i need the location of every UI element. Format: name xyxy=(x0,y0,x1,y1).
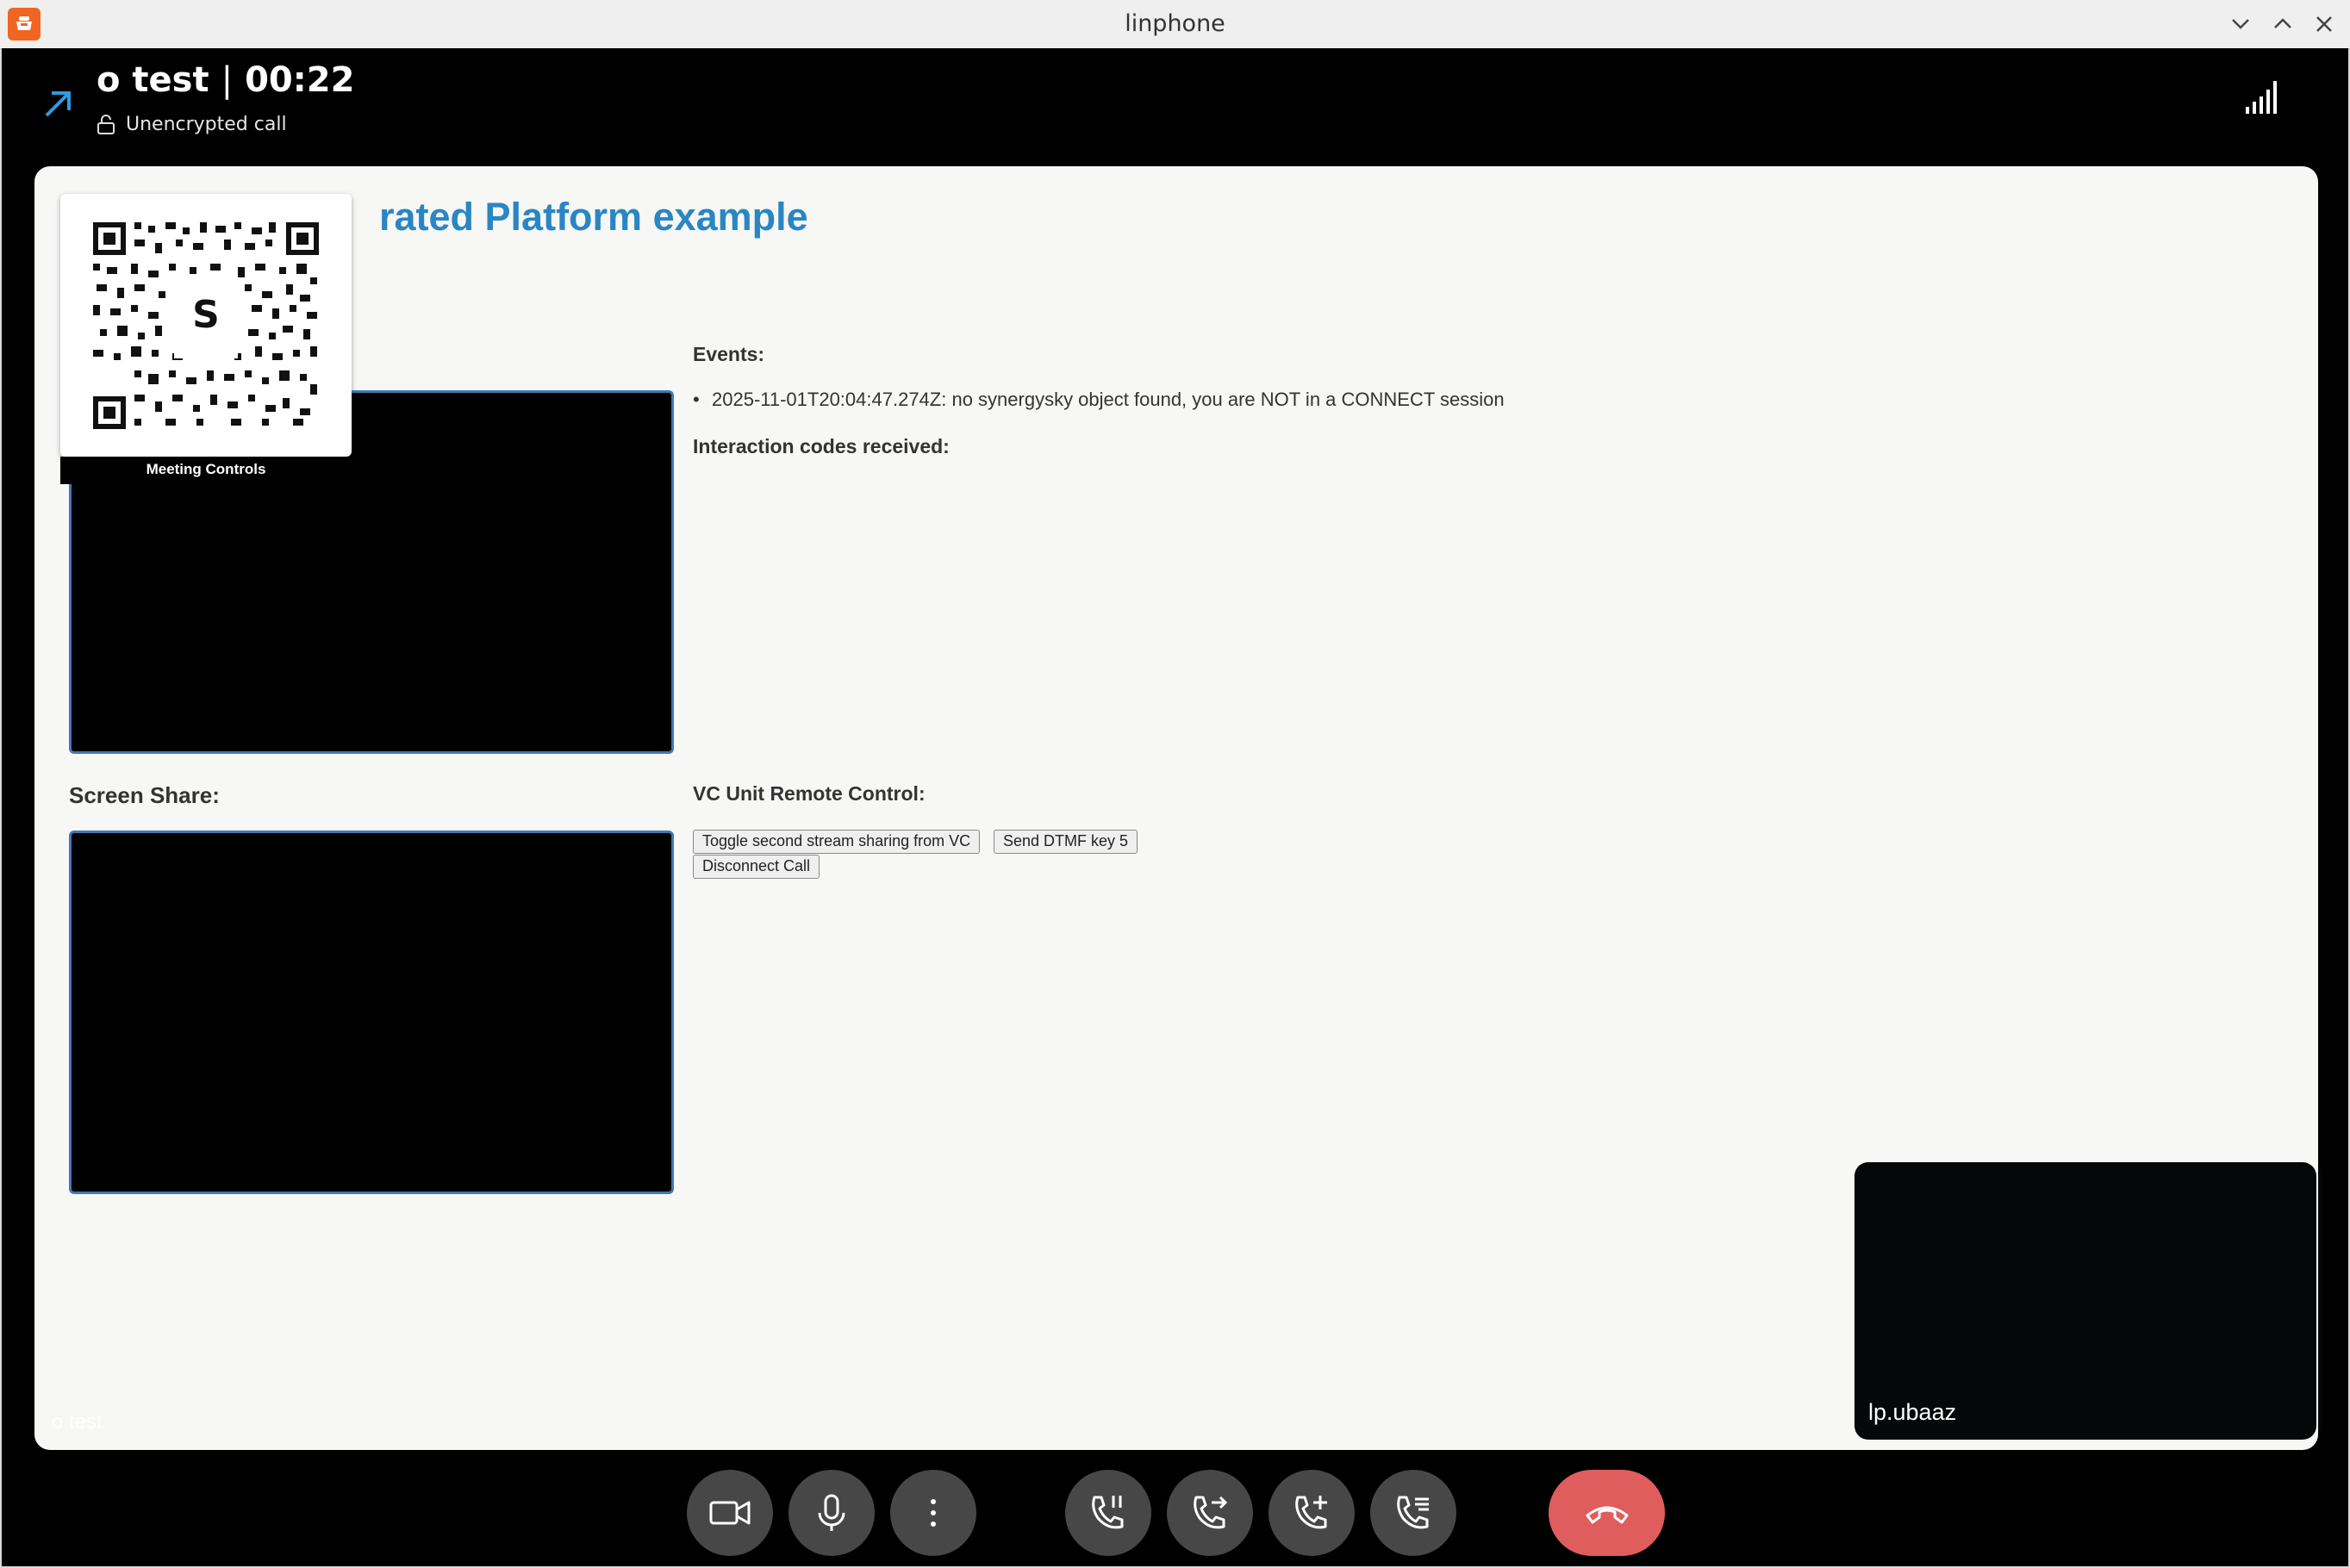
hang-up-button[interactable] xyxy=(1549,1470,1665,1556)
vc-remote-control-label: VC Unit Remote Control: xyxy=(693,782,926,805)
microphone-button[interactable] xyxy=(789,1470,875,1556)
camera-button[interactable] xyxy=(687,1470,773,1556)
remote-name-overlay: o test xyxy=(52,1410,103,1434)
hang-up-icon xyxy=(1586,1506,1628,1524)
encryption-status: Unencrypted call xyxy=(97,114,287,135)
call-header: o test | 00:22 xyxy=(97,60,354,100)
disconnect-call-button[interactable]: Disconnect Call xyxy=(693,855,820,879)
window-titlebar: linphone xyxy=(0,0,2350,49)
call-list-icon xyxy=(1397,1496,1429,1529)
screen-share-label: Screen Share: xyxy=(69,782,220,808)
local-video-preview[interactable]: lp.ubaaz xyxy=(1854,1162,2316,1440)
close-icon[interactable] xyxy=(2310,10,2338,38)
add-call-icon xyxy=(1295,1496,1327,1529)
signal-strength-icon xyxy=(2246,81,2277,114)
encryption-label: Unencrypted call xyxy=(126,114,287,135)
svg-text:S: S xyxy=(192,293,220,337)
interaction-codes-label: Interaction codes received: xyxy=(693,435,950,457)
qr-code-image: S xyxy=(93,222,319,429)
header-separator: | xyxy=(221,60,234,100)
minimize-icon[interactable] xyxy=(2227,10,2254,38)
call-list-button[interactable] xyxy=(1370,1470,1456,1556)
transfer-call-button[interactable] xyxy=(1167,1470,1253,1556)
page-heading: rated Platform example xyxy=(379,195,808,239)
unlocked-padlock-icon xyxy=(97,114,115,134)
contact-name: o test xyxy=(97,60,209,100)
pause-call-button[interactable] xyxy=(1065,1470,1151,1556)
transfer-call-icon xyxy=(1194,1496,1228,1529)
more-options-button[interactable] xyxy=(890,1470,976,1556)
microphone-icon xyxy=(818,1494,845,1531)
more-options-icon xyxy=(931,1499,936,1527)
call-duration: 00:22 xyxy=(245,60,355,100)
toggle-second-stream-button[interactable]: Toggle second stream sharing from VC xyxy=(693,830,981,854)
events-label: Events: xyxy=(693,343,765,365)
screen-share-box xyxy=(69,831,674,1194)
camera-icon xyxy=(709,1501,751,1525)
maximize-icon[interactable] xyxy=(2269,10,2297,38)
send-dtmf-button[interactable]: Send DTMF key 5 xyxy=(994,830,1138,854)
outgoing-call-arrow-icon xyxy=(45,91,71,117)
local-name-label: lp.ubaaz xyxy=(1868,1399,1957,1425)
pause-call-icon xyxy=(1092,1496,1124,1529)
qr-code-card: S xyxy=(60,194,352,457)
qr-caption: Meeting Controls xyxy=(60,457,352,484)
event-item: 2025-11-01T20:04:47.274Z: no synergysky … xyxy=(693,389,1505,411)
window-title: linphone xyxy=(1125,10,1225,37)
add-call-button[interactable] xyxy=(1269,1470,1355,1556)
call-window: o test | 00:22 Unencrypted call rated Plat… xyxy=(2,48,2348,1566)
